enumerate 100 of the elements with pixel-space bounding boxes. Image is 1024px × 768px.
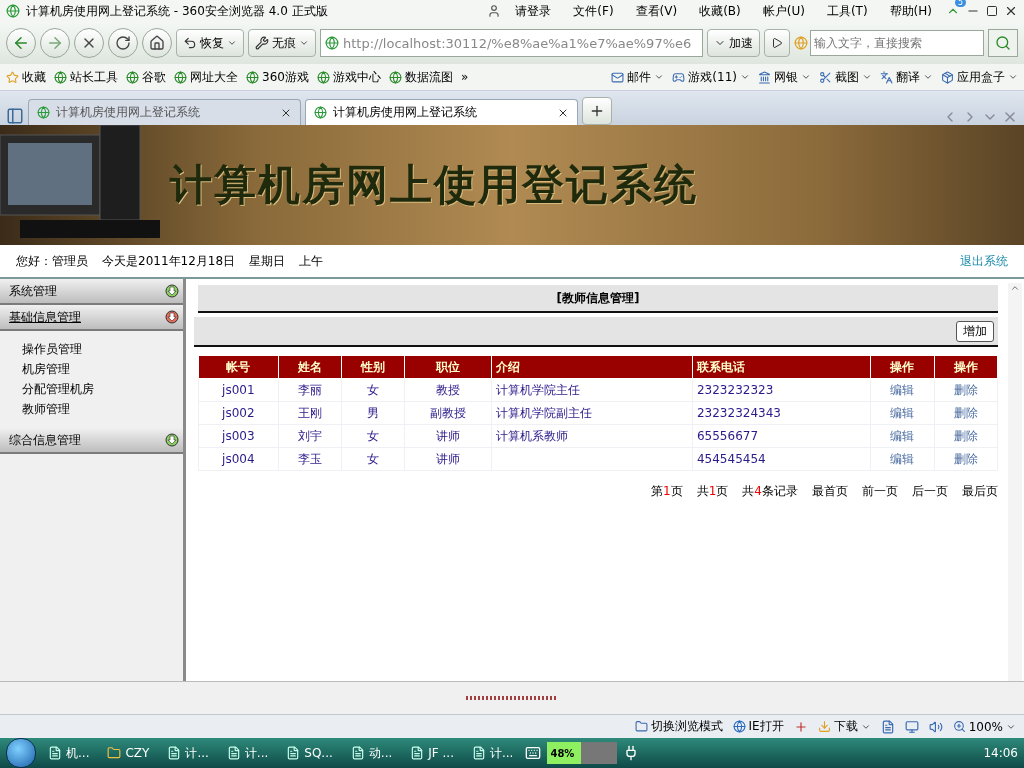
menu-item[interactable]: 帮助(H): [881, 2, 940, 20]
package-icon: [941, 70, 954, 84]
column-header: 操作: [870, 355, 935, 379]
monitor-icon[interactable]: [904, 719, 919, 734]
toolbar-link[interactable]: 翻译: [880, 68, 933, 86]
private-mode-button[interactable]: 无痕: [248, 29, 316, 57]
sidebar-item[interactable]: 教师管理: [22, 401, 183, 418]
column-header: 操作: [934, 355, 998, 379]
toolbar-link[interactable]: 截图: [819, 68, 872, 86]
globe-icon: [126, 70, 139, 84]
sidebar-section[interactable]: 系统管理: [0, 279, 183, 305]
banner-title: 计算机房网上使用登记系统: [170, 159, 698, 211]
search-engine-icon: [794, 36, 808, 50]
taskbar-item[interactable]: 计...: [465, 741, 520, 765]
logout-link[interactable]: 退出系统: [960, 252, 1008, 270]
restore-button[interactable]: 恢复: [176, 29, 244, 57]
pagination-link[interactable]: 最后页: [962, 483, 998, 500]
bookmark-link[interactable]: 360游戏: [246, 68, 309, 86]
table-cell: 计算机学院副主任: [491, 401, 693, 425]
sidebar-item[interactable]: 操作员管理: [22, 341, 183, 358]
pagination-link[interactable]: 前一页: [862, 483, 898, 500]
scrollbar[interactable]: [1008, 283, 1022, 681]
sidebar-item[interactable]: 机房管理: [22, 361, 183, 378]
toolbar-link[interactable]: 游戏(11): [672, 68, 750, 86]
bookmark-link[interactable]: 游戏中心: [316, 68, 381, 86]
menu-item[interactable]: 工具(T): [818, 2, 876, 20]
sidebar-toggle-icon[interactable]: [6, 107, 24, 125]
taskbar-item[interactable]: SQ...: [280, 741, 339, 765]
status-item[interactable]: IE打开: [732, 718, 784, 735]
menu-item[interactable]: 查看(V): [627, 2, 686, 20]
go-button[interactable]: [764, 29, 790, 57]
bookmark-link[interactable]: 网址大全: [174, 68, 238, 86]
table-cell: 女: [341, 378, 405, 402]
taskbar-item[interactable]: 动...: [344, 741, 399, 765]
start-button[interactable]: [6, 738, 36, 768]
menu-item[interactable]: 文件(F): [565, 2, 622, 20]
window-title: 计算机房使用网上登记系统 - 360安全浏览器 4.0 正式版: [26, 2, 328, 20]
refresh-button[interactable]: [108, 28, 138, 58]
down-arrow-circle-icon[interactable]: [165, 433, 179, 447]
forward-arrow-icon: [46, 34, 64, 52]
taskbar-item[interactable]: 机...: [42, 741, 96, 765]
table-cell: 女: [341, 447, 405, 471]
zoom-icon: [952, 720, 966, 733]
caret-icon: [1008, 72, 1018, 82]
document-icon[interactable]: [880, 719, 895, 734]
bookmark-link[interactable]: 数据流图: [388, 68, 453, 86]
add-icon[interactable]: [793, 719, 808, 734]
tab-label: 计算机房使用网上登记系统: [56, 104, 201, 121]
refresh-icon: [115, 35, 131, 51]
speaker-icon[interactable]: [928, 719, 943, 734]
pagination-link[interactable]: 后一页: [912, 483, 948, 500]
table-cell: 454545454: [692, 447, 871, 471]
search-field[interactable]: 输入文字，直接搜索: [810, 30, 984, 56]
pagination-link[interactable]: 最首页: [812, 483, 848, 500]
sidebar-section[interactable]: 综合信息管理: [0, 428, 183, 454]
document-icon: [167, 746, 182, 760]
menu-item[interactable]: 帐户(U): [754, 2, 813, 20]
column-header: 性别: [341, 355, 405, 379]
bookmark-link[interactable]: 谷歌: [126, 68, 166, 86]
url-text: http://localhost:30112/%e8%ae%a1%e7%ae%97%e6: [343, 35, 692, 51]
new-tab-button[interactable]: [582, 97, 612, 125]
period-text: 上午: [299, 252, 324, 270]
address-field[interactable]: http://localhost:30112/%e8%ae%a1%e7%ae%97%e6: [320, 29, 703, 57]
down-arrow-circle-icon[interactable]: [165, 310, 179, 324]
download-button[interactable]: 下载: [817, 718, 871, 735]
accelerate-button[interactable]: 加速: [707, 29, 760, 57]
menu-item[interactable]: 收藏(B): [691, 2, 749, 20]
taskbar-item[interactable]: JF ...: [404, 741, 460, 765]
undo-arrow-icon: [183, 36, 197, 50]
toolbar-link[interactable]: 邮件: [611, 68, 665, 86]
column-header: 帐号: [198, 355, 279, 379]
caret-icon: [923, 72, 933, 82]
document-icon: [286, 746, 301, 760]
add-button[interactable]: 增加: [956, 320, 994, 342]
bookmark-link[interactable]: 收藏: [6, 68, 46, 86]
sidebar-section[interactable]: 基础信息管理: [0, 305, 183, 331]
home-button[interactable]: [142, 28, 172, 58]
back-button[interactable]: [6, 28, 36, 58]
browser-tab[interactable]: 计算机房使用网上登记系统: [28, 99, 301, 125]
status-item[interactable]: 切换浏览模式: [634, 718, 723, 735]
resize-grip[interactable]: [466, 696, 558, 700]
zoom-button[interactable]: 100%: [952, 719, 1016, 734]
close-icon[interactable]: [1004, 4, 1018, 18]
bookmark-link[interactable]: 站长工具: [54, 68, 118, 86]
search-button[interactable]: [988, 29, 1018, 57]
keyboard-icon: [525, 745, 542, 761]
maximize-icon[interactable]: [986, 5, 998, 17]
browser-tab[interactable]: 计算机房使用网上登记系统: [305, 99, 578, 125]
sidebar-item[interactable]: 分配管理机房: [22, 381, 183, 398]
login-link[interactable]: 请登录: [507, 2, 560, 20]
table-cell: js002: [198, 401, 279, 425]
taskbar-item[interactable]: CZY: [101, 741, 156, 765]
more-bookmarks-link[interactable]: »: [460, 70, 469, 84]
taskbar-item[interactable]: 计...: [220, 741, 275, 765]
toolbar-link[interactable]: 网银: [758, 68, 811, 86]
toolbar-link[interactable]: 应用盒子: [941, 68, 1018, 86]
down-arrow-circle-icon[interactable]: [165, 284, 179, 298]
taskbar-item[interactable]: 计...: [161, 741, 215, 765]
column-header: 职位: [404, 355, 492, 379]
table-cell: 讲师: [404, 447, 492, 471]
